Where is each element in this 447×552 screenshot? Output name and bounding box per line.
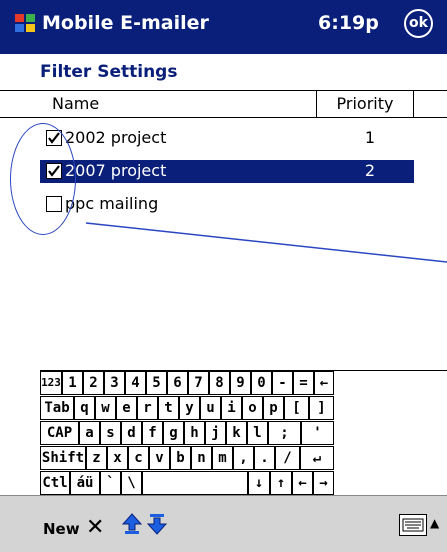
key[interactable]: 4 [125,371,146,395]
arrow-up-key[interactable]: ↑ [270,471,292,495]
key[interactable]: d [121,421,142,445]
key[interactable]: 9 [230,371,251,395]
key[interactable]: s [100,421,121,445]
key[interactable]: 6 [167,371,188,395]
key[interactable]: = [293,371,314,395]
key[interactable]: v [149,446,170,470]
key[interactable]: 1 [62,371,83,395]
key[interactable]: k [226,421,247,445]
key[interactable]: u [200,396,221,420]
key[interactable]: / [275,446,300,470]
arrow-left-key[interactable]: ← [292,471,313,495]
arrow-down-key[interactable]: ↓ [248,471,270,495]
input-menu-caret-icon[interactable]: ▲ [430,516,439,530]
key[interactable]: g [163,421,184,445]
key[interactable]: - [272,371,293,395]
key[interactable]: [ [284,396,309,420]
key-123[interactable]: 123 [40,371,62,395]
key[interactable]: ] [309,396,334,420]
key[interactable]: q [74,396,95,420]
key[interactable]: w [95,396,116,420]
key[interactable]: b [170,446,191,470]
key[interactable]: e [116,396,137,420]
key[interactable]: j [205,421,226,445]
space-key[interactable] [142,471,248,495]
key[interactable]: a [79,421,100,445]
key[interactable]: r [137,396,158,420]
backspace-key[interactable]: ← [314,371,334,395]
key[interactable]: 5 [146,371,167,395]
enter-key[interactable]: ↵ [300,446,334,470]
intl-key[interactable]: áü [70,471,100,495]
new-button[interactable]: New [43,520,80,538]
key[interactable]: y [179,396,200,420]
key[interactable]: 0 [251,371,272,395]
command-bar: New ✕ ▲ [0,495,447,552]
key[interactable]: z [86,446,107,470]
key[interactable]: p [263,396,284,420]
soft-keyboard: 123 1 2 3 4 5 6 7 8 9 0 - = ← Tab q w e … [40,370,447,496]
key[interactable]: t [158,396,179,420]
move-down-icon[interactable] [147,513,167,535]
key[interactable]: ' [301,421,334,445]
key[interactable]: c [128,446,149,470]
shift-key[interactable]: Shift [40,446,86,470]
key[interactable]: 2 [83,371,104,395]
key[interactable]: x [107,446,128,470]
key[interactable]: ; [268,421,301,445]
key[interactable]: n [191,446,212,470]
tab-key[interactable]: Tab [40,396,74,420]
key[interactable]: 3 [104,371,125,395]
keyboard-icon[interactable] [399,514,427,536]
arrow-right-key[interactable]: → [313,471,334,495]
move-up-icon[interactable] [122,513,142,535]
key[interactable]: o [242,396,263,420]
key[interactable]: , [233,446,254,470]
key[interactable]: 7 [188,371,209,395]
key[interactable]: ` [100,471,121,495]
caps-key[interactable]: CAP [40,421,79,445]
key[interactable]: l [247,421,268,445]
key[interactable]: \ [121,471,142,495]
ctrl-key[interactable]: Ctl [40,471,70,495]
key[interactable]: . [254,446,275,470]
delete-icon[interactable]: ✕ [86,515,104,540]
key[interactable]: m [212,446,233,470]
key[interactable]: i [221,396,242,420]
key[interactable]: h [184,421,205,445]
key[interactable]: f [142,421,163,445]
key[interactable]: 8 [209,371,230,395]
keyboard-glyph-icon [402,518,424,532]
